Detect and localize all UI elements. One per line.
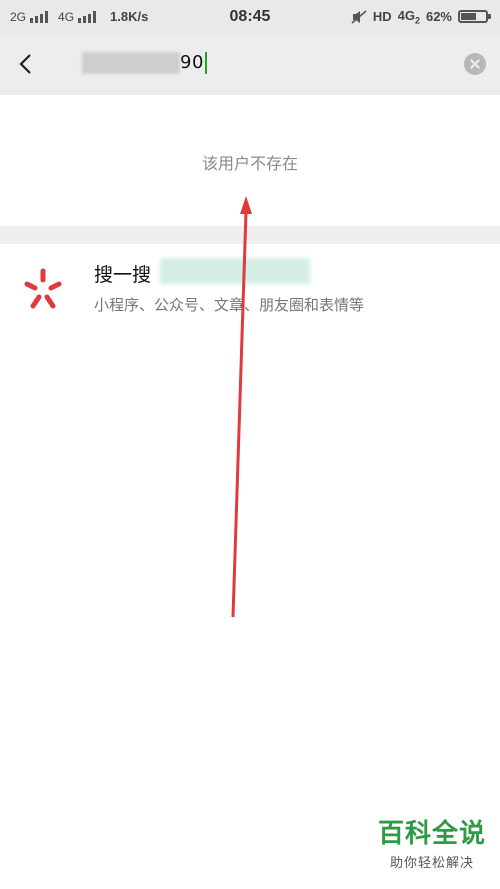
- watermark-title: 百科全说: [377, 819, 486, 849]
- result-title: 搜一搜: [94, 264, 152, 286]
- search-input[interactable]: 90: [82, 52, 207, 74]
- souyisou-result-row[interactable]: 搜一搜 小程序、公众号、文章、朋友圈和表情等: [0, 244, 500, 336]
- mute-icon: [351, 10, 367, 24]
- redacted-title-blur: [160, 258, 310, 284]
- text-caret: [204, 52, 207, 74]
- battery-icon: [458, 10, 491, 24]
- network-4g2-label: 4G2: [397, 8, 420, 26]
- red-arrow-annotation: [231, 196, 252, 618]
- section-divider: [0, 226, 500, 244]
- hd-label: HD: [372, 9, 392, 25]
- search-query-visible: 90: [180, 52, 204, 73]
- souyisou-icon: [24, 268, 62, 309]
- result-subtitle: 小程序、公众号、文章、朋友圈和表情等: [94, 296, 365, 314]
- status-right: HD 4G2 62%: [351, 8, 491, 26]
- back-button[interactable]: [12, 49, 42, 79]
- clear-search-button[interactable]: [464, 53, 486, 75]
- watermark-subtitle: 助你轻松解决: [389, 856, 474, 871]
- chevron-left-icon: [19, 54, 31, 74]
- user-not-found-message: 该用户不存在: [201, 154, 298, 173]
- watermark-logo: 百科全说 助你轻松解决: [378, 813, 486, 871]
- battery-percent: 62%: [425, 9, 452, 25]
- status-bar: 2G 4G 1.8K/s 08:45 HD 4G2 62%: [0, 0, 500, 35]
- search-header: 90: [0, 35, 500, 95]
- redacted-query-blur: [82, 52, 180, 74]
